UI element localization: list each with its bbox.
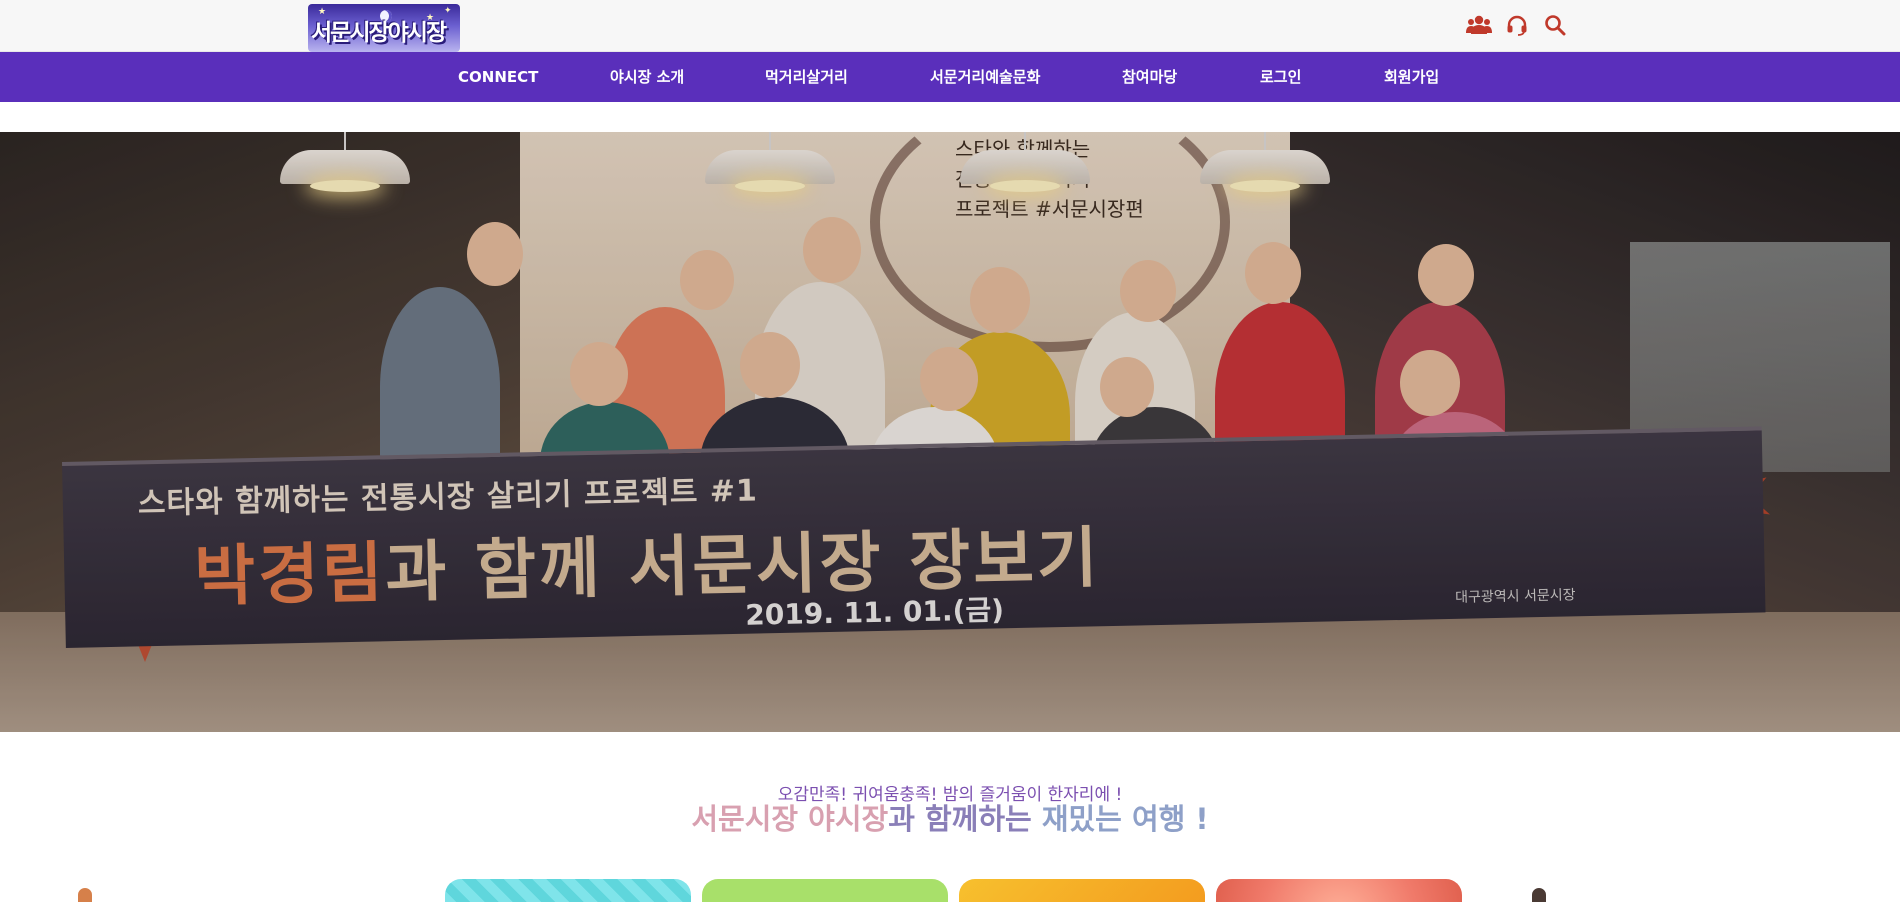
nav-item-food-shopping[interactable]: 먹거리살거리 <box>765 52 848 102</box>
logo-text: 서문시장야시장 <box>311 20 447 46</box>
site-logo[interactable]: ★ ★ ✦ 서문시장야시장 <box>308 4 460 52</box>
category-card-2[interactable] <box>702 879 948 902</box>
headset-icon[interactable] <box>1504 12 1530 38</box>
category-card-3[interactable] <box>959 879 1205 902</box>
character-right-icon <box>1532 888 1546 902</box>
category-card-1[interactable] <box>445 879 691 902</box>
character-left-icon <box>78 888 92 902</box>
hero-banner-photo[interactable]: 스타와 함께하는 전통시장 살리기 프로젝트 #서문시장편 <box>0 132 1900 732</box>
utility-icons <box>1466 12 1568 38</box>
members-icon[interactable] <box>1466 12 1492 38</box>
intro-title: 서문시장 야시장과 함께하는 재밌는 여행 ! <box>691 802 1209 836</box>
nav-item-signup[interactable]: 회원가입 <box>1384 52 1439 102</box>
nav-item-about[interactable]: 야시장 소개 <box>610 52 684 102</box>
search-icon[interactable] <box>1542 12 1568 38</box>
nav-item-street-art[interactable]: 서문거리예술문화 <box>930 52 1040 102</box>
nav-item-login[interactable]: 로그인 <box>1260 52 1301 102</box>
star-icon: ✦ <box>444 6 452 16</box>
category-card-4[interactable] <box>1216 879 1462 902</box>
top-bar: ★ ★ ✦ 서문시장야시장 <box>0 0 1900 52</box>
nav-item-participation[interactable]: 참여마당 <box>1122 52 1177 102</box>
main-nav: CONNECT 야시장 소개 먹거리살거리 서문거리예술문화 참여마당 로그인 … <box>0 52 1900 102</box>
nav-item-connect[interactable]: CONNECT <box>458 52 538 102</box>
